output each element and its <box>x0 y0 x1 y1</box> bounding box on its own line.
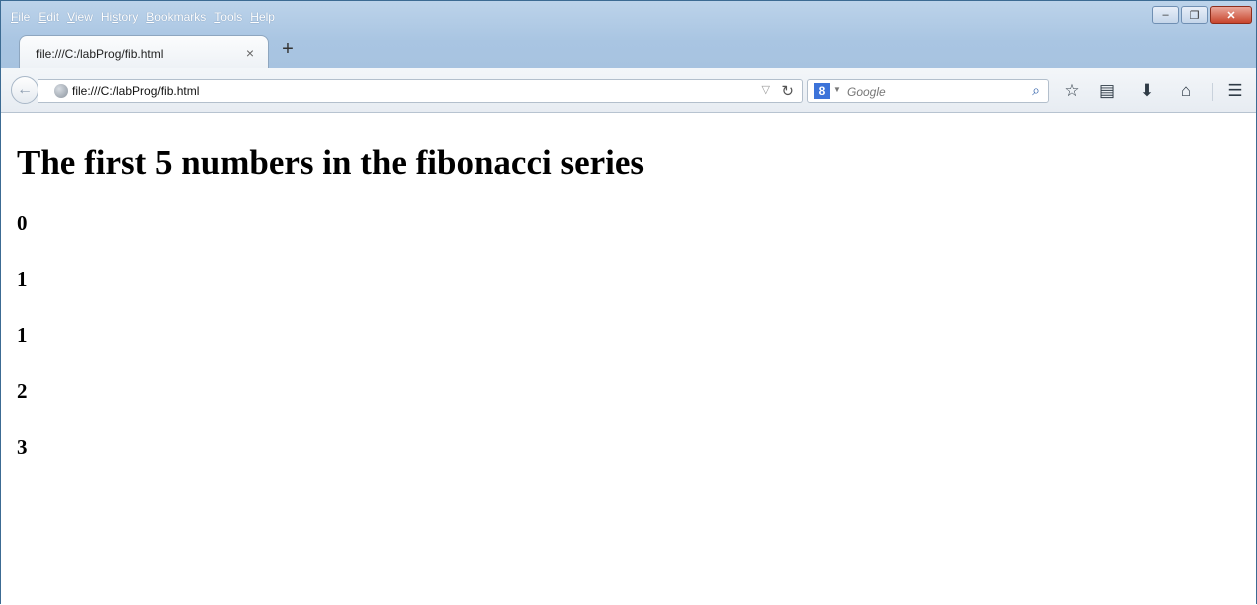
fib-number: 2 <box>17 379 28 403</box>
close-icon: ✕ <box>1226 9 1236 22</box>
title-bar: File Edit View History Bookmarks Tools H… <box>1 1 1256 68</box>
menu-edit[interactable]: Edit <box>34 9 63 25</box>
bookmark-star-icon[interactable]: ☆ <box>1061 80 1083 102</box>
menu-file[interactable]: File <box>7 9 34 25</box>
page-content: The first 5 numbers in the fibonacci ser… <box>1 113 1256 605</box>
navigation-toolbar: ← file:///C:/labProg/fib.html ▽ ↻ 8 ▼ Go… <box>1 68 1256 113</box>
tab-close-icon[interactable]: × <box>246 45 254 61</box>
bookmarks-list-icon[interactable]: ▤ <box>1096 80 1118 102</box>
reload-icon[interactable]: ↻ <box>781 82 794 100</box>
tab-active[interactable]: file:///C:/labProg/fib.html × <box>19 35 269 68</box>
google-search-engine-icon[interactable]: 8 <box>814 83 830 99</box>
menu-hamburger-icon[interactable]: ☰ <box>1224 80 1246 102</box>
fib-number: 1 <box>17 323 28 347</box>
search-placeholder[interactable]: Google <box>847 85 886 99</box>
engine-dropdown-icon[interactable]: ▼ <box>833 85 841 94</box>
menu-history[interactable]: History <box>97 9 142 25</box>
fib-number: 0 <box>17 211 28 235</box>
toolbar-separator <box>1212 83 1213 101</box>
minimize-icon: – <box>1162 9 1169 21</box>
home-icon[interactable]: ⌂ <box>1175 80 1197 102</box>
fib-number: 3 <box>17 435 28 459</box>
address-bar[interactable]: file:///C:/labProg/fib.html ▽ ↻ <box>38 79 803 103</box>
window-controls: – ❐ ✕ <box>1152 6 1252 24</box>
minimize-button[interactable]: – <box>1152 6 1179 24</box>
restore-button[interactable]: ❐ <box>1181 6 1208 24</box>
globe-icon <box>54 84 68 98</box>
search-box[interactable]: 8 ▼ Google ⌕ <box>807 79 1049 103</box>
tab-title: file:///C:/labProg/fib.html <box>36 47 164 61</box>
back-arrow-icon: ← <box>17 81 33 98</box>
restore-icon: ❐ <box>1189 9 1200 22</box>
close-window-button[interactable]: ✕ <box>1210 6 1252 24</box>
new-tab-button[interactable]: + <box>278 39 298 59</box>
menu-view[interactable]: View <box>63 9 97 25</box>
back-button[interactable]: ← <box>11 76 39 104</box>
browser-window: File Edit View History Bookmarks Tools H… <box>0 0 1257 604</box>
page-heading: The first 5 numbers in the fibonacci ser… <box>17 143 645 182</box>
url-text[interactable]: file:///C:/labProg/fib.html <box>72 84 199 98</box>
menu-bar: File Edit View History Bookmarks Tools H… <box>7 9 279 25</box>
menu-bookmarks[interactable]: Bookmarks <box>142 9 210 25</box>
menu-help[interactable]: Help <box>246 9 279 25</box>
menu-tools[interactable]: Tools <box>210 9 246 25</box>
fibonacci-list: 0 1 1 2 3 <box>17 211 28 491</box>
url-dropdown-icon[interactable]: ▽ <box>762 83 770 96</box>
fib-number: 1 <box>17 267 28 291</box>
search-icon[interactable]: ⌕ <box>1032 82 1040 99</box>
downloads-icon[interactable]: ⬇ <box>1136 80 1158 102</box>
